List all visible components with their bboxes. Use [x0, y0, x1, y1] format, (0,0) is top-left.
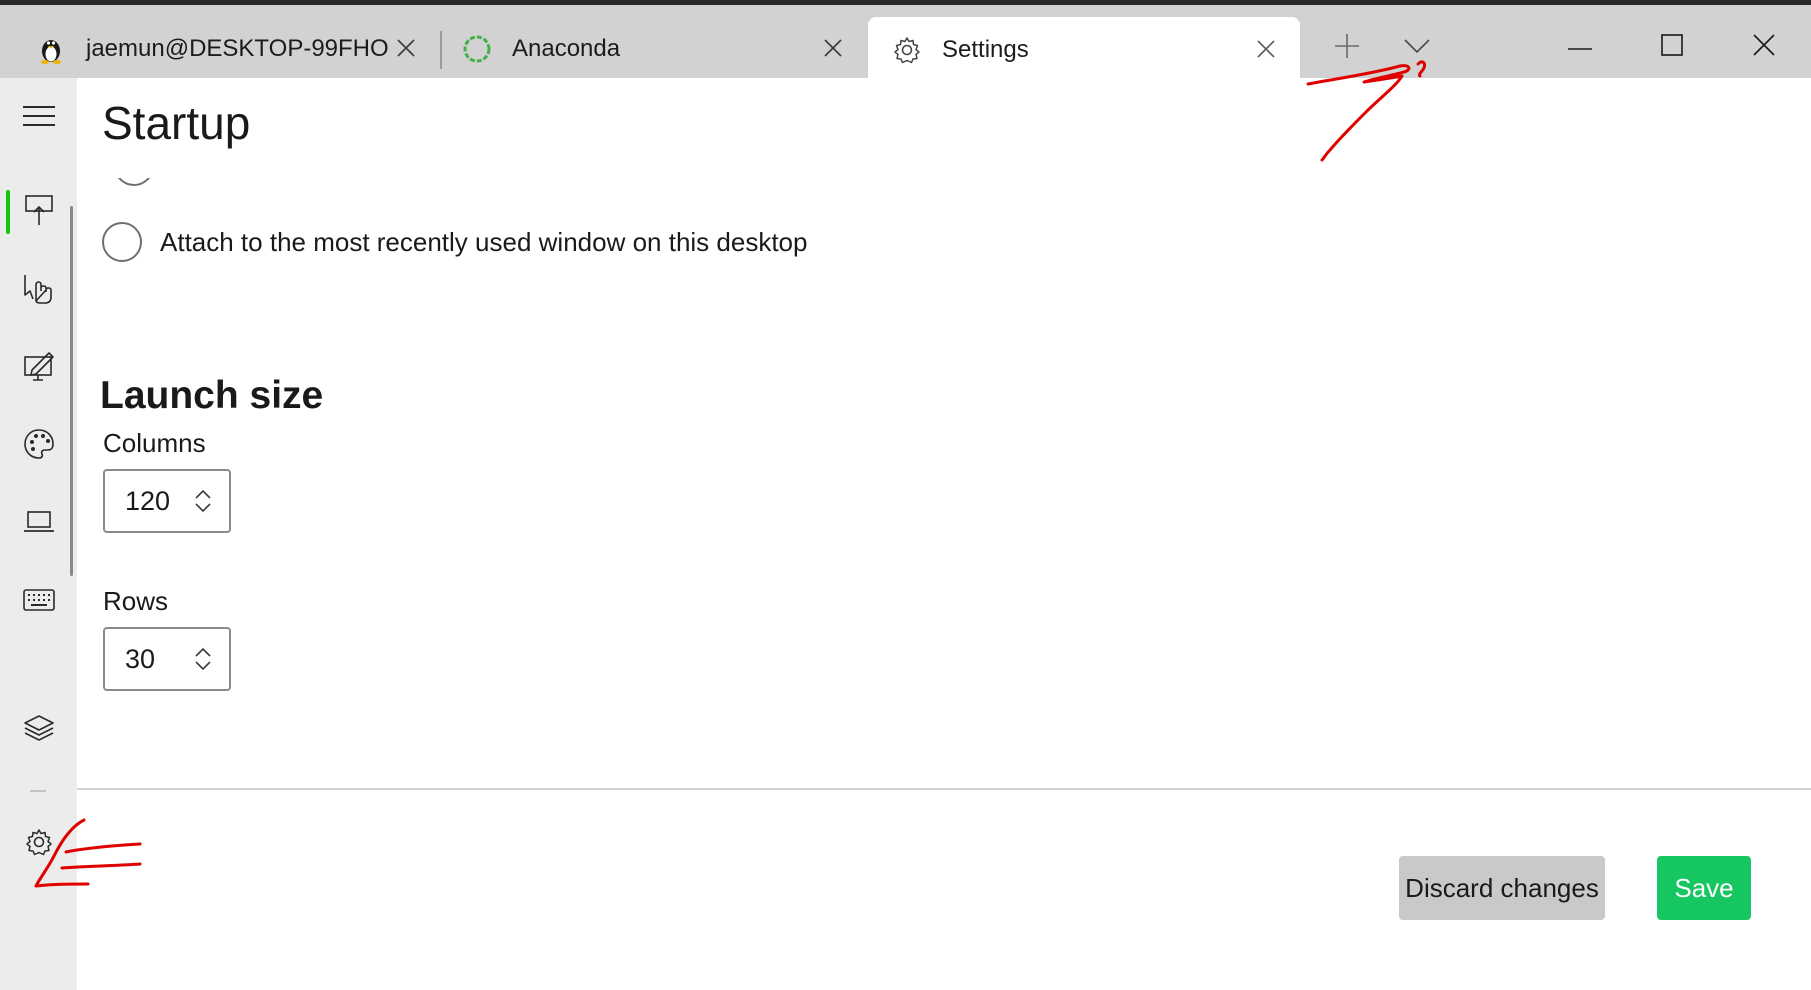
new-tab-button[interactable]: [1330, 31, 1364, 65]
minimize-button[interactable]: [1558, 27, 1602, 67]
columns-value[interactable]: 120: [125, 486, 191, 517]
nav-item-interaction[interactable]: [0, 260, 77, 320]
nav-divider: [30, 790, 46, 792]
nav-item-open-json[interactable]: [0, 814, 77, 874]
maximize-button[interactable]: [1650, 27, 1694, 67]
tab-settings[interactable]: Settings: [868, 17, 1300, 83]
plus-icon: [1334, 33, 1360, 64]
hamburger-icon: [22, 105, 55, 132]
columns-label: Columns: [103, 428, 206, 458]
nav-item-profiles[interactable]: [0, 700, 77, 760]
close-icon[interactable]: [1250, 33, 1282, 65]
left-nav: [0, 78, 77, 990]
layers-icon: [23, 714, 55, 747]
rows-value[interactable]: 30: [125, 644, 191, 675]
radio-button[interactable]: [102, 222, 142, 262]
radio-button-partial[interactable]: [114, 178, 154, 188]
nav-item-startup[interactable]: [0, 182, 77, 242]
linux-penguin-icon: [36, 34, 66, 64]
radio-option-attach[interactable]: Attach to the most recently used window …: [102, 222, 807, 262]
nav-item-color-schemes[interactable]: [0, 416, 77, 476]
chevron-down-icon: [1404, 38, 1430, 59]
close-icon[interactable]: [390, 32, 422, 64]
discard-changes-button[interactable]: Discard changes: [1399, 856, 1605, 920]
nav-item-appearance[interactable]: [0, 338, 77, 398]
tab-linux[interactable]: jaemun@DESKTOP-99FHO: [0, 14, 440, 83]
rendering-icon: [23, 510, 55, 539]
save-button[interactable]: Save: [1657, 856, 1751, 920]
nav-item-actions[interactable]: [0, 572, 77, 632]
color-palette-icon: [23, 428, 55, 465]
spinner-icon[interactable]: [191, 486, 215, 516]
interaction-icon: [22, 271, 56, 310]
rows-label: Rows: [103, 586, 169, 616]
rows-number-box[interactable]: 30: [103, 627, 231, 691]
nav-scrollbar[interactable]: [70, 206, 73, 576]
minimize-icon: [1568, 38, 1592, 56]
section-title: Launch size: [100, 374, 324, 417]
nav-item-rendering[interactable]: [0, 494, 77, 554]
title-bar: jaemun@DESKTOP-99FHO Anaconda Settings: [0, 0, 1811, 83]
tab-label: jaemun@DESKTOP-99FHO: [86, 34, 389, 62]
tab-label: Settings: [942, 36, 1029, 63]
tab-label: Anaconda: [512, 34, 621, 62]
settings-content: Startup Attach to the most recently used…: [77, 78, 1811, 990]
page-title: Startup: [102, 97, 251, 149]
window-close-button[interactable]: [1742, 27, 1786, 67]
startup-icon: [24, 194, 54, 231]
columns-number-box[interactable]: 120: [103, 469, 231, 533]
footer-divider: [77, 788, 1811, 790]
keyboard-icon: [22, 588, 55, 616]
appearance-icon: [23, 350, 55, 387]
close-icon: [1753, 33, 1775, 61]
tab-dropdown-button[interactable]: [1400, 31, 1434, 65]
gear-icon: [892, 35, 922, 65]
spinner-icon[interactable]: [191, 644, 215, 674]
nav-menu-button[interactable]: [0, 88, 77, 148]
tab-anaconda[interactable]: Anaconda: [442, 14, 867, 83]
anaconda-icon: [462, 34, 492, 64]
radio-label: Attach to the most recently used window …: [160, 226, 808, 257]
gear-icon: [24, 827, 54, 862]
close-icon[interactable]: [817, 32, 849, 64]
maximize-icon: [1661, 33, 1683, 61]
